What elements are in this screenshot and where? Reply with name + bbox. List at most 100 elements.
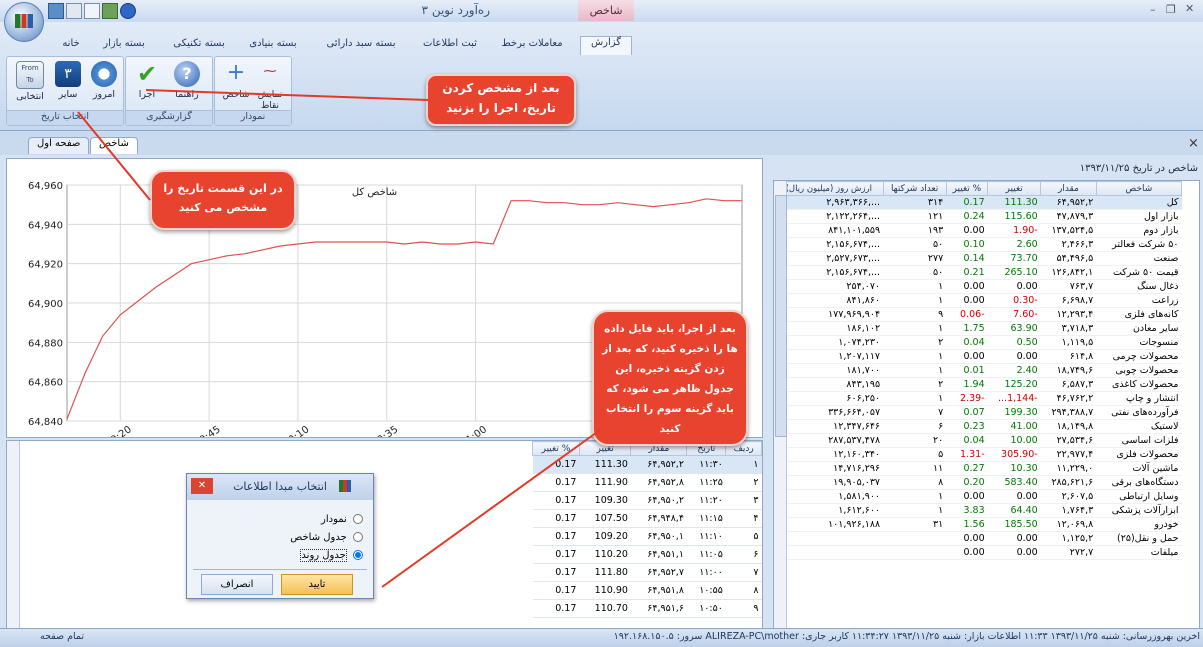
index-name-cell: قیمت ۵۰ شرکت: [1096, 265, 1182, 280]
select-range-button[interactable]: From To انتخابی: [13, 59, 47, 107]
crosshair-button[interactable]: + شاخص: [219, 59, 253, 107]
index-row[interactable]: قیمت ۵۰ شرکت ۱۲۶,۸۴۲,۱ 265.10 0.21 ۵۰ ...,۲,۱…: [774, 265, 1182, 280]
trend-row[interactable]: ۷ ۱۱:۰۰ ۶۴,۹۵۲,۷ 111.80 0.17: [532, 563, 762, 582]
option-trend-table[interactable]: جدول روند: [251, 549, 363, 562]
index-row[interactable]: صنعت ۵۴,۴۹۶,۵ 73.70 0.14 ۲۷۷ ...,۲,۵۲۷,۶۷۳: [774, 251, 1182, 266]
run-button[interactable]: ✔ اجرا: [130, 59, 164, 107]
dialog-close-button[interactable]: ✕: [191, 478, 213, 494]
radio-trend-table[interactable]: [353, 550, 363, 560]
tab-fundamental[interactable]: بسته بنیادی: [244, 38, 302, 54]
index-row[interactable]: محصولات فلزی ۲۲,۹۷۷,۴ -305.90 -1.31 ۵ ۱۲,۱۶۰,…: [774, 447, 1182, 462]
trend-row[interactable]: ۴ ۱۱:۱۵ ۶۴,۹۴۸,۴ 107.50 0.17: [532, 509, 762, 528]
index-row[interactable]: محصولات کاغذی ۶,۵۸۷,۳ 125.20 1.94 ۲ ۸۴۳,۱۹۵: [774, 377, 1182, 392]
index-value-cell: 0.00: [946, 349, 988, 364]
index-table-scrollbar[interactable]: [774, 181, 787, 641]
tab-portfolio[interactable]: بسته سبد دارائی: [320, 38, 402, 54]
trend-row[interactable]: ۱ ۱۱:۳۰ ۶۴,۹۵۲,۲ 111.30 0.17: [532, 455, 762, 474]
index-value-cell: [883, 545, 947, 560]
show-points-button[interactable]: ⁓ نمایش نقاط: [253, 59, 287, 111]
index-value-cell: 10.30: [987, 461, 1041, 476]
index-col-header[interactable]: ارزش روز (میلیون ریال): [774, 181, 884, 196]
tab-technical[interactable]: بسته تکنیکی: [168, 38, 230, 54]
guide-button[interactable]: ? راهنما: [170, 59, 204, 107]
print-icon[interactable]: [66, 3, 82, 19]
index-value-cell: ۶۴,۹۵۲,۲: [1040, 195, 1097, 210]
index-row[interactable]: کل ۶۴,۹۵۲,۲ 111.30 0.17 ۳۱۴ ...,۲,۹۶۳,۳۶۶: [774, 195, 1182, 210]
tab-report[interactable]: گزارش: [580, 36, 632, 55]
index-col-header[interactable]: % تغییر: [945, 181, 989, 196]
close-doc-icon[interactable]: ×: [1188, 136, 1199, 151]
export-icon[interactable]: [102, 3, 118, 19]
preview-icon[interactable]: [84, 3, 100, 19]
index-value-cell: -0.06: [946, 307, 988, 322]
index-value-cell: ۲۹۴,۳۸۸,۷: [1040, 405, 1097, 420]
index-row[interactable]: منسوجات ۱,۱۱۹,۵ 0.50 0.04 ۲ ۱,۰۷۴,۲۳۰: [774, 335, 1182, 350]
other-button[interactable]: ۳ سایر: [51, 59, 85, 107]
tab-home[interactable]: خانه: [56, 38, 86, 54]
save-icon[interactable]: [48, 3, 64, 19]
trend-scrollbar[interactable]: [7, 441, 20, 629]
index-row[interactable]: بازار اول ۴۷,۸۷۹,۳ 115.60 0.24 ۱۲۱ ...,۲,۱۲۲,…: [774, 209, 1182, 224]
index-row[interactable]: ذغال سنگ ۷۶۳,۷ 0.00 0.00 ۱ ۲۵۴,۰۷۰: [774, 279, 1182, 294]
index-value-cell: [774, 531, 884, 546]
index-value-cell: ۹: [883, 307, 947, 322]
index-col-header[interactable]: مقدار: [1040, 181, 1097, 196]
trend-cell: ۱۱:۳۰: [686, 455, 726, 474]
index-row[interactable]: دستگاه‌های برقی ۲۸۵,۶۲۱,۶ 583.40 0.20 ۸ ۱۹,۹۰…: [774, 475, 1182, 490]
trend-row[interactable]: ۵ ۱۱:۱۰ ۶۴,۹۵۰,۱ 109.20 0.17: [532, 527, 762, 546]
index-row[interactable]: محصولات چرمی ۶۱۴,۸ 0.00 0.00 ۱ ۱,۲۰۷,۱۱۷: [774, 349, 1182, 364]
index-value-cell: 41.00: [987, 419, 1041, 434]
index-value-cell: 0.00: [946, 293, 988, 308]
help-icon[interactable]: [120, 3, 136, 19]
index-row[interactable]: وسایل ارتباطی ۲,۶۰۷,۵ 0.00 0.00 ۱ ۱,۵۸۱,۹۰۰: [774, 489, 1182, 504]
index-row[interactable]: ابزارآلات پزشکی ۱,۷۶۴,۳ 64.40 3.83 ۱ ۱,۶۱۲,۶۰…: [774, 503, 1182, 518]
tab-data-entry[interactable]: ثبت اطلاعات: [418, 38, 482, 54]
trend-row[interactable]: ۳ ۱۱:۲۰ ۶۴,۹۵۰,۲ 109.30 0.17: [532, 491, 762, 510]
trend-row[interactable]: ۶ ۱۱:۰۵ ۶۴,۹۵۱,۱ 110.20 0.17: [532, 545, 762, 564]
index-row[interactable]: بازار دوم ۱۳۷,۵۲۴,۵ -1.90 0.00 ۱۹۳ ۸۴۱,۱۰۱,۵۵…: [774, 223, 1182, 238]
close-button[interactable]: ✕: [1185, 2, 1199, 15]
option-index-table[interactable]: جدول شاخص: [251, 532, 363, 543]
radio-chart[interactable]: [353, 514, 363, 524]
index-name-cell: ابزارآلات پزشکی: [1096, 503, 1182, 518]
index-col-header[interactable]: تعداد شرکتها: [882, 181, 947, 196]
maximize-button[interactable]: ❐: [1166, 3, 1180, 16]
tab-online-trading[interactable]: معاملات برخط: [497, 38, 567, 54]
tab-index[interactable]: شاخص: [90, 137, 138, 154]
trend-row[interactable]: ۲ ۱۱:۲۵ ۶۴,۹۵۲,۸ 111.90 0.17: [532, 473, 762, 492]
cancel-button[interactable]: انصراف: [201, 574, 273, 595]
index-value-cell: 0.20: [946, 475, 988, 490]
index-value-cell: ۱: [883, 391, 947, 406]
index-row[interactable]: سایر معادن ۳,۷۱۸,۳ 63.90 1.75 ۱ ۱۸۶,۱۰۲: [774, 321, 1182, 336]
trend-cell: 110.90: [579, 581, 631, 600]
index-row[interactable]: انتشار و چاپ ۴۶,۷۶۲,۲ -1,144... -2.39 ۱ ۶۰۶,۲…: [774, 391, 1182, 406]
index-row[interactable]: ۵۰ شرکت فعالتر ۲,۴۶۶,۳ 2.60 0.10 ۵۰ ...,۲,۱۵۶…: [774, 237, 1182, 252]
index-row[interactable]: فلزات اساسی ۲۷,۵۳۴,۶ 10.00 0.04 ۲۰ ۲۸۷,۵۳۷,۴۷…: [774, 433, 1182, 448]
index-row[interactable]: محصولات چوبی ۱۸,۷۴۹,۶ 2.40 0.01 ۱ ۱۸۱,۷۰۰: [774, 363, 1182, 378]
index-row[interactable]: حمل و نقل(۲۵) ۱,۱۲۵,۲ 0.00 0.00: [774, 531, 1182, 546]
confirm-button[interactable]: تایید: [281, 574, 353, 595]
index-col-header[interactable]: شاخص: [1095, 181, 1183, 196]
minimize-button[interactable]: –: [1150, 3, 1164, 16]
index-row[interactable]: کانه‌های فلزی ۱۲,۲۹۳,۴ -7.60 -0.06 ۹ ۱۷۷,۹۶۹,…: [774, 307, 1182, 322]
scroll-thumb[interactable]: [775, 195, 787, 437]
index-row[interactable]: میلفات ۲۷۲,۷ 0.00 0.00: [774, 545, 1182, 560]
index-row[interactable]: فرآورده‌های نفتی ۲۹۴,۳۸۸,۷ 199.30 0.07 ۷ ۳۳۶,…: [774, 405, 1182, 420]
radio-index-table[interactable]: [353, 532, 363, 542]
option-chart[interactable]: نمودار: [251, 514, 363, 525]
index-col-header[interactable]: تغییر: [987, 181, 1042, 196]
trend-cell: ۱۰:۵۰: [686, 599, 726, 618]
app-logo[interactable]: [4, 2, 44, 42]
index-row[interactable]: زراعت ۶,۶۹۸,۷ -0.30 0.00 ۱ ۸۴۱,۸۶۰: [774, 293, 1182, 308]
today-button[interactable]: امروز: [87, 59, 121, 107]
index-row[interactable]: لاستیک ۱۸,۱۴۹,۸ 41.00 0.23 ۶ ۱۲,۳۴۷,۶۴۶: [774, 419, 1182, 434]
trend-row[interactable]: ۸ ۱۰:۵۵ ۶۴,۹۵۱,۸ 110.90 0.17: [532, 581, 762, 600]
tab-first-page[interactable]: صفحه اول: [28, 137, 90, 154]
fullscreen-label[interactable]: تمام صفحه: [40, 631, 84, 642]
trend-col-header[interactable]: % تغییر: [532, 441, 580, 456]
trend-row[interactable]: ۹ ۱۰:۵۰ ۶۴,۹۵۱,۶ 110.70 0.17: [532, 599, 762, 618]
index-row[interactable]: ماشین آلات ۱۱,۲۲۹,۰ 10.30 0.27 ۱۱ ۱۴,۷۱۶,۲۹۶: [774, 461, 1182, 476]
index-row[interactable]: خودرو ۱۲,۰۶۹,۸ 185.50 1.56 ۳۱ ۱۰۱,۹۲۶,۱۸۸: [774, 517, 1182, 532]
index-value-cell: 1.75: [946, 321, 988, 336]
tab-market[interactable]: بسته بازار: [94, 38, 154, 54]
